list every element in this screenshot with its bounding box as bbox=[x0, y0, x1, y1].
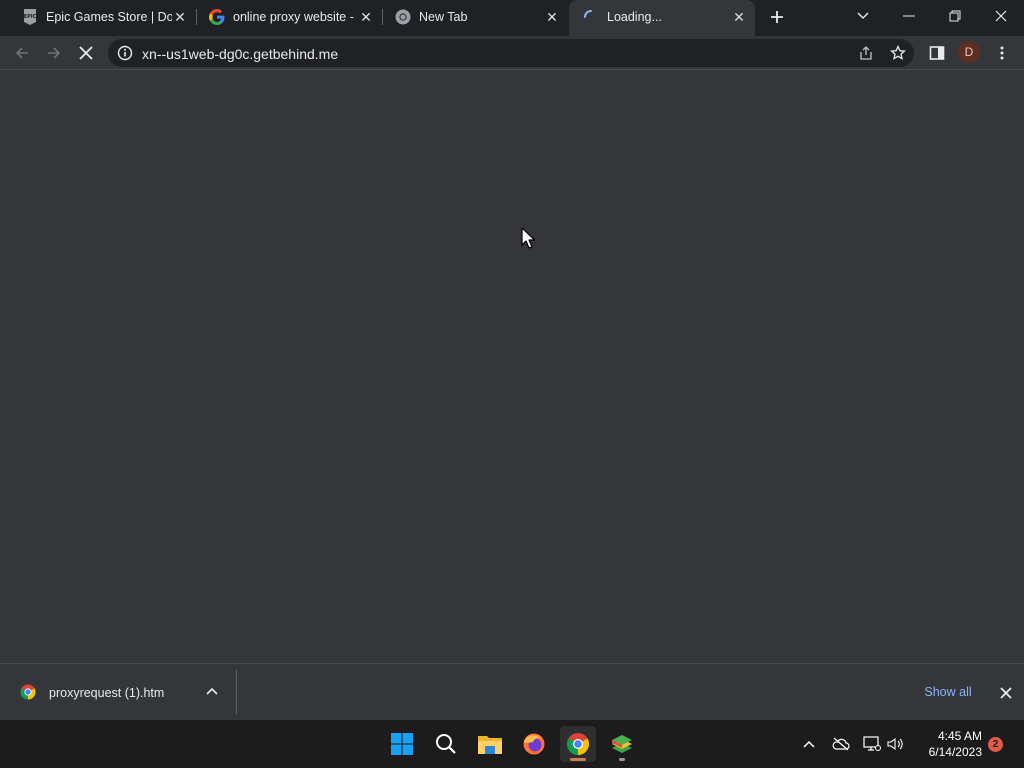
tab-title: New Tab bbox=[419, 10, 468, 24]
clock-time: 4:45 AM bbox=[937, 729, 982, 743]
side-panel-icon bbox=[929, 46, 945, 60]
chevron-down-icon bbox=[857, 12, 869, 19]
bluestacks-icon bbox=[612, 735, 632, 753]
chrome-file-icon bbox=[20, 684, 36, 700]
address-bar[interactable]: xn--us1web-dg0c.getbehind.me bbox=[108, 39, 914, 67]
firefox-icon bbox=[523, 733, 545, 755]
arrow-right-icon bbox=[48, 47, 61, 59]
tab-new-tab[interactable]: New Tab ✕ bbox=[381, 0, 567, 34]
cloud-offline-icon bbox=[832, 737, 850, 751]
firefox-button[interactable] bbox=[516, 726, 552, 762]
clock-date: 6/14/2023 bbox=[928, 745, 982, 759]
screen: EPIC Epic Games Store | Dow ✕ online pro… bbox=[0, 0, 1024, 768]
start-button[interactable] bbox=[384, 726, 420, 762]
windows-taskbar: 4:45 AM 6/14/2023 bbox=[0, 720, 1024, 768]
tab-title: Loading... bbox=[607, 10, 662, 24]
chrome-menu-button[interactable] bbox=[988, 39, 1016, 67]
onedrive-button[interactable] bbox=[831, 732, 851, 756]
restore-button[interactable] bbox=[932, 0, 978, 32]
close-window-button[interactable] bbox=[978, 0, 1024, 32]
chevron-up-icon[interactable] bbox=[204, 684, 220, 700]
star-icon[interactable] bbox=[890, 45, 906, 61]
search-icon bbox=[436, 734, 456, 754]
svg-text:EPIC: EPIC bbox=[24, 14, 37, 20]
chevron-up-icon bbox=[803, 740, 815, 748]
running-app-indicator bbox=[619, 758, 625, 761]
tab-epic-games[interactable]: EPIC Epic Games Store | Dow ✕ bbox=[8, 0, 194, 34]
minimize-button[interactable] bbox=[886, 0, 932, 32]
chrome-icon bbox=[567, 733, 589, 755]
download-separator bbox=[236, 670, 237, 714]
forward-button[interactable] bbox=[40, 39, 68, 67]
close-shelf-icon[interactable] bbox=[997, 684, 1015, 702]
close-icon bbox=[995, 10, 1007, 22]
show-hidden-icons-button[interactable] bbox=[799, 732, 819, 756]
download-item[interactable]: proxyrequest (1).htm bbox=[0, 664, 236, 721]
tab-loading[interactable]: Loading... ✕ bbox=[569, 0, 755, 36]
new-tab-button[interactable] bbox=[764, 5, 790, 29]
browser-toolbar: xn--us1web-dg0c.getbehind.me bbox=[0, 36, 1024, 70]
volume-button[interactable] bbox=[886, 732, 906, 756]
speaker-icon bbox=[887, 737, 903, 751]
minimize-icon bbox=[903, 15, 915, 17]
taskbar-search-button[interactable] bbox=[428, 726, 464, 762]
tab-title: Epic Games Store | Dow bbox=[46, 10, 172, 24]
side-panel-button[interactable] bbox=[923, 39, 951, 67]
bluestacks-button[interactable] bbox=[604, 726, 640, 762]
network-button[interactable] bbox=[862, 732, 882, 756]
plus-icon bbox=[771, 11, 783, 23]
mouse-cursor-icon bbox=[521, 227, 535, 249]
arrow-left-icon bbox=[15, 47, 28, 59]
file-explorer-button[interactable] bbox=[472, 726, 508, 762]
show-all-button[interactable]: Show all bbox=[912, 678, 984, 706]
back-button[interactable] bbox=[8, 39, 36, 67]
tab-strip: EPIC Epic Games Store | Dow ✕ online pro… bbox=[0, 0, 1024, 36]
tab-close-icon[interactable]: ✕ bbox=[543, 8, 561, 26]
network-icon bbox=[863, 736, 881, 751]
chrome-icon bbox=[395, 9, 411, 25]
more-vertical-icon bbox=[1000, 46, 1004, 60]
file-explorer-icon bbox=[478, 736, 502, 754]
stop-x-icon bbox=[79, 46, 93, 60]
restore-icon bbox=[949, 10, 961, 22]
clock[interactable]: 4:45 AM 6/14/2023 bbox=[912, 728, 982, 760]
tab-title: online proxy website - bbox=[233, 10, 354, 24]
chrome-taskbar-button[interactable] bbox=[560, 726, 596, 762]
url-text[interactable]: xn--us1web-dg0c.getbehind.me bbox=[142, 46, 338, 62]
tab-close-icon[interactable]: ✕ bbox=[171, 8, 189, 26]
page-content bbox=[0, 71, 1024, 663]
tab-google-search[interactable]: online proxy website - ✕ bbox=[195, 0, 381, 34]
loading-spinner-icon bbox=[583, 9, 599, 25]
windows-start-icon bbox=[391, 733, 413, 755]
profile-avatar[interactable]: D bbox=[958, 41, 980, 63]
epic-games-icon: EPIC bbox=[22, 9, 38, 25]
tab-close-icon[interactable]: ✕ bbox=[357, 8, 375, 26]
active-app-indicator bbox=[570, 758, 586, 761]
tab-close-icon[interactable]: ✕ bbox=[730, 8, 748, 26]
download-file-name: proxyrequest (1).htm bbox=[49, 686, 165, 700]
download-shelf: proxyrequest (1).htm Show all bbox=[0, 663, 1024, 720]
notification-badge[interactable]: 2 bbox=[988, 737, 1003, 752]
tab-search-button[interactable] bbox=[840, 0, 886, 32]
info-icon[interactable] bbox=[117, 45, 133, 61]
share-icon[interactable] bbox=[858, 45, 874, 61]
google-icon bbox=[209, 9, 225, 25]
stop-loading-button[interactable] bbox=[72, 39, 100, 67]
